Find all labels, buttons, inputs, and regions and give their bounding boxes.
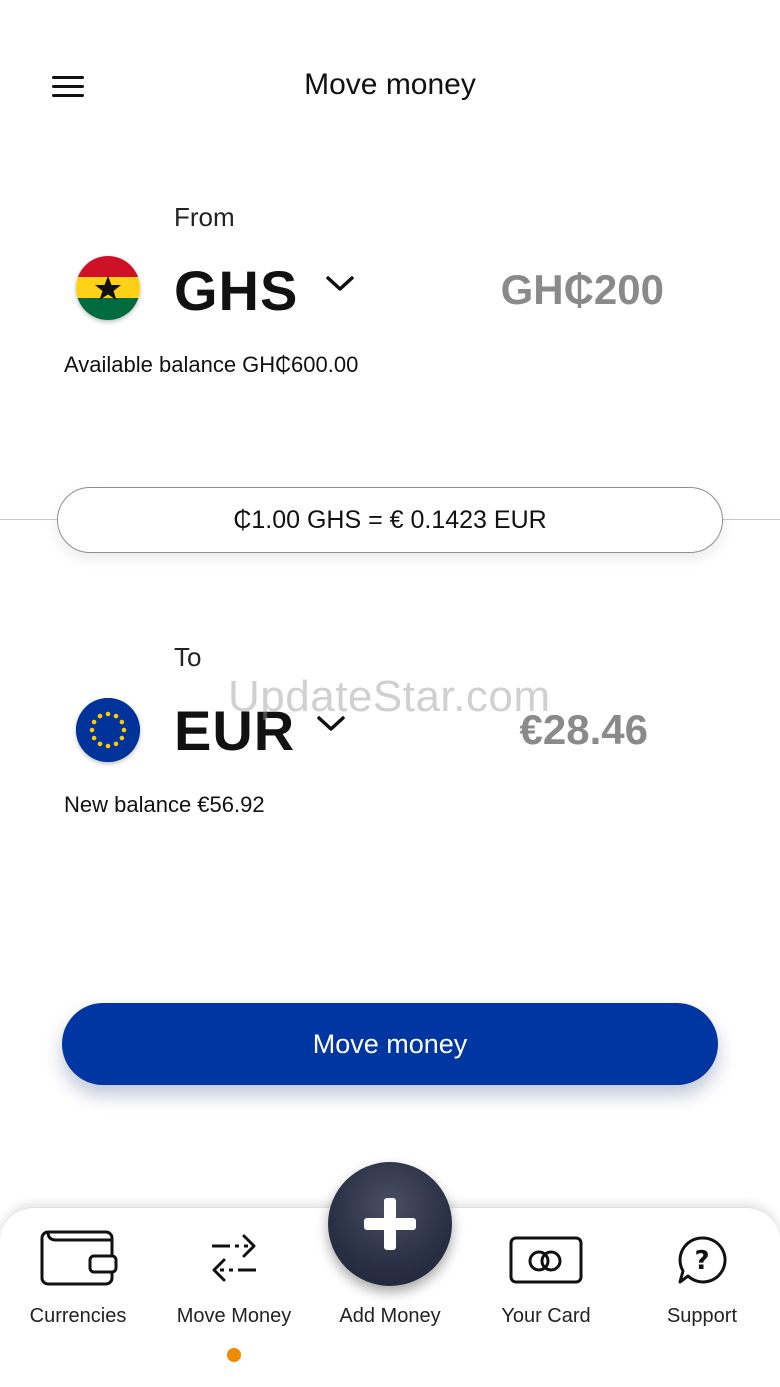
nav-item-your-card[interactable]: Your Card	[468, 1208, 624, 1387]
top-bar: Move money	[0, 0, 780, 170]
watermark-text: UpdateStar.com	[228, 672, 551, 721]
help-icon: ?	[672, 1226, 732, 1297]
from-label: From	[174, 202, 235, 232]
nav-item-move-money[interactable]: Move Money	[156, 1208, 312, 1387]
from-currency-code[interactable]: GHS	[174, 258, 298, 323]
nav-label-support: Support	[666, 1305, 738, 1327]
nav-item-currencies[interactable]: Currencies	[0, 1208, 156, 1387]
move-money-button[interactable]: Move money	[62, 1003, 718, 1085]
to-label: To	[174, 642, 202, 672]
available-balance: Available balance GH₵600.00	[64, 352, 359, 377]
ghana-flag-icon	[76, 256, 140, 320]
add-money-plus-button[interactable]	[328, 1162, 452, 1286]
new-balance: New balance €56.92	[64, 792, 265, 817]
nav-label-your-card: Your Card	[501, 1305, 591, 1327]
nav-label-currencies: Currencies	[29, 1305, 127, 1327]
card-icon	[507, 1226, 585, 1297]
transfer-arrows-icon	[204, 1226, 264, 1297]
nav-label-move-money: Move Money	[176, 1305, 292, 1327]
exchange-rate-badge: ₵1.00 GHS = € 0.1423 EUR	[57, 487, 723, 553]
nav-label-add-money: Add Money	[339, 1305, 441, 1327]
svg-text:?: ?	[694, 1246, 709, 1276]
from-currency-chevron-down-icon[interactable]	[325, 274, 355, 294]
wallet-icon	[38, 1226, 118, 1297]
nav-item-support[interactable]: ? Support	[624, 1208, 780, 1387]
eu-flag-icon	[76, 698, 140, 762]
page-title: Move money	[304, 68, 476, 101]
from-amount-input[interactable]: GH₵200	[501, 266, 664, 314]
active-indicator-dot	[227, 1348, 241, 1362]
